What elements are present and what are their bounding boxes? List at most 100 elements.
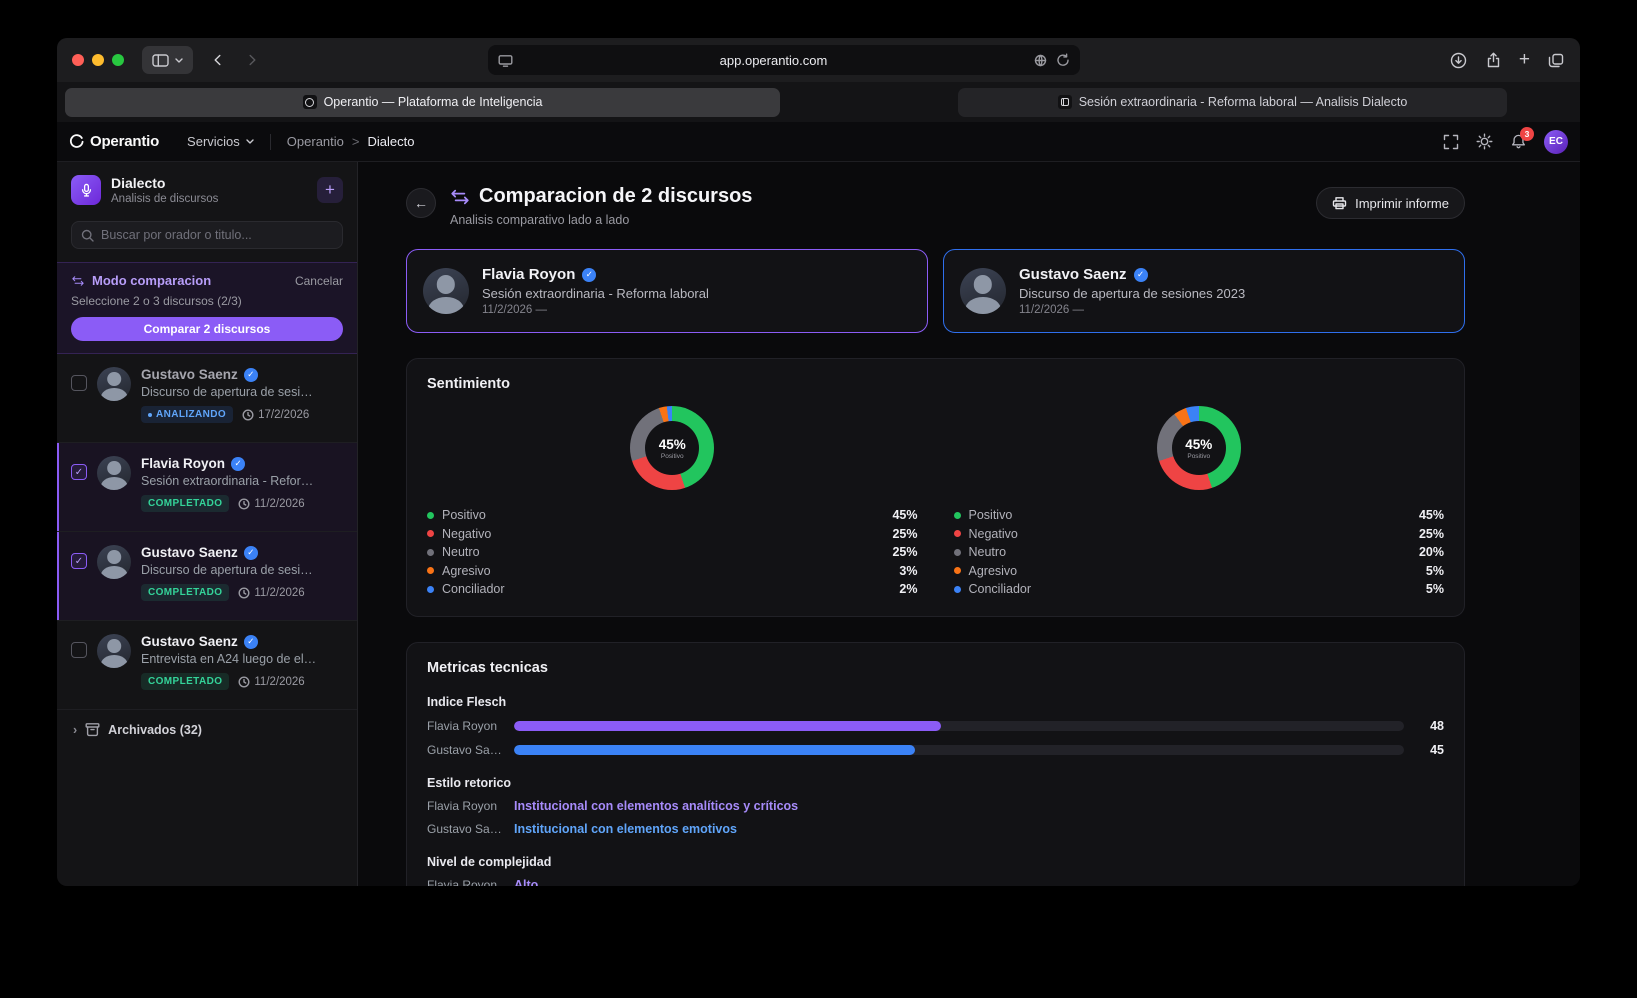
donut-center-label: Positivo: [1187, 452, 1211, 460]
speech-card-flavia[interactable]: Flavia Royon ✓ Sesión extraordinaria - R…: [406, 249, 928, 333]
speech-title: Sesión extraordinaria - Refor…: [141, 474, 314, 488]
speaker-avatar: [97, 545, 131, 579]
archived-label: Archivados (32): [108, 722, 202, 737]
nav-servicios[interactable]: Servicios: [187, 134, 254, 149]
compare-icon: [72, 275, 84, 286]
sidebar-icon: [152, 53, 169, 67]
page-subtitle: Analisis comparativo lado a lado: [450, 213, 630, 227]
speech-card-gustavo[interactable]: Gustavo Saenz ✓ Discurso de apertura de …: [943, 249, 1465, 333]
speaker-avatar: [97, 367, 131, 401]
browser-toolbar: app.operantio.com +: [57, 38, 1580, 82]
style-row: Gustavo Sa… Institucional con elementos …: [427, 821, 737, 836]
status-badge: ANALIZANDO: [141, 406, 234, 423]
legend-dot: [427, 585, 434, 593]
header-actions: 3 EC: [1443, 127, 1568, 154]
tab-overview-icon[interactable]: [1548, 53, 1564, 68]
chevron-down-icon: [175, 57, 183, 63]
downloads-icon[interactable]: [1450, 52, 1467, 69]
printer-icon: [1332, 196, 1347, 209]
complexity-row: Flavia Royon Alto: [427, 878, 1444, 887]
tool-subtitle: Analisis de discursos: [111, 193, 219, 205]
operantio-logo[interactable]: Operantio: [69, 133, 159, 150]
compare-icon: [451, 189, 469, 204]
legend-row: Positivo 45%: [953, 506, 1444, 525]
complexity-heading: Nivel de complejidad: [427, 854, 552, 869]
speech-title: Discurso de apertura de sesi…: [141, 563, 313, 577]
speech-list-item[interactable]: Flavia Royon ✓ Sesión extraordinaria - R…: [57, 443, 357, 532]
compare-button[interactable]: Comparar 2 discursos: [71, 317, 343, 341]
speech-list-item[interactable]: Gustavo Saenz ✓ Entrevista en A24 luego …: [57, 621, 357, 710]
metrics-title: Metricas tecnicas: [427, 659, 548, 676]
speech-list-item[interactable]: Gustavo Saenz ✓ Discurso de apertura de …: [57, 532, 357, 621]
speech-title: Entrevista en A24 luego de el…: [141, 652, 317, 666]
address-bar[interactable]: app.operantio.com: [488, 45, 1080, 75]
speech-title: Sesión extraordinaria - Reforma laboral: [482, 286, 709, 301]
history-nav: [205, 47, 265, 73]
breadcrumb-root[interactable]: Operantio: [287, 134, 344, 149]
tab-operantio[interactable]: Operantio — Plataforma de Inteligencia: [65, 87, 780, 117]
sentiment-card: Sentimiento 45% Positivo Positivo 45% Ne…: [406, 358, 1465, 617]
technical-metrics-card: Metricas tecnicas Indice Flesch Flavia R…: [406, 641, 1465, 887]
status-badge: COMPLETADO: [141, 584, 230, 601]
legend-row: Negativo 25%: [953, 525, 1444, 544]
speech-checkbox[interactable]: [71, 642, 87, 658]
style-heading: Estilo retorico: [427, 775, 512, 790]
main-content: ← Comparacion de 2 discursos Analisis co…: [358, 162, 1580, 886]
add-speech-button[interactable]: +: [317, 177, 343, 203]
share-icon[interactable]: [1485, 52, 1501, 68]
nav-servicios-label: Servicios: [187, 134, 240, 149]
theme-toggle-icon[interactable]: [1476, 133, 1493, 150]
breadcrumb: Operantio > Dialecto: [287, 134, 415, 149]
logo-text: Operantio: [90, 133, 160, 150]
toolbar-actions: +: [1450, 50, 1564, 69]
search-input[interactable]: [101, 228, 333, 242]
print-report-button[interactable]: Imprimir informe: [1316, 187, 1465, 219]
new-tab-icon[interactable]: +: [1519, 50, 1530, 69]
comparison-header: ← Comparacion de 2 discursos Analisis co…: [406, 185, 1465, 227]
close-window-button[interactable]: [72, 54, 84, 66]
legend-row: Positivo 45%: [427, 506, 918, 525]
minimize-window-button[interactable]: [92, 54, 104, 66]
clock-icon: [238, 497, 250, 510]
legend-dot: [953, 530, 961, 538]
translate-icon[interactable]: [1034, 54, 1047, 67]
verified-icon: ✓: [243, 545, 258, 560]
speech-checkbox[interactable]: [71, 375, 87, 391]
sidebar: Dialecto Analisis de discursos + Modo co…: [57, 162, 358, 886]
notification-badge: 3: [1520, 127, 1534, 141]
url-text[interactable]: app.operantio.com: [513, 53, 1034, 68]
address-bar-actions: [1034, 53, 1070, 67]
selected-speeches: Flavia Royon ✓ Sesión extraordinaria - R…: [406, 249, 1465, 333]
back-button[interactable]: [205, 47, 231, 73]
speech-checkbox[interactable]: [71, 464, 87, 480]
speaker-name: Flavia Royon: [482, 266, 576, 283]
style-row: Flavia Royon Institucional con elementos…: [427, 798, 799, 813]
user-avatar[interactable]: EC: [1544, 129, 1568, 154]
speech-list-item[interactable]: Gustavo Saenz ✓ Discurso de apertura de …: [57, 354, 357, 443]
sidebar-toggle-button[interactable]: [142, 46, 193, 74]
archived-section-toggle[interactable]: › Archivados (32): [57, 710, 357, 749]
legend-dot: [427, 567, 434, 575]
fullscreen-icon[interactable]: [1443, 134, 1459, 150]
legend-row: Neutro 25%: [427, 543, 918, 562]
legend-dot: [953, 567, 961, 575]
site-device-icon: [498, 54, 513, 67]
app-header: Operantio Servicios Operantio > Dialecto…: [57, 122, 1580, 162]
speech-checkbox[interactable]: [71, 553, 87, 569]
reload-icon[interactable]: [1056, 53, 1070, 67]
zoom-window-button[interactable]: [112, 54, 124, 66]
flesch-bar-track: [514, 744, 1404, 755]
tool-identity: Dialecto Analisis de discursos: [111, 175, 218, 205]
cancel-comparison-link[interactable]: Cancelar: [295, 274, 343, 288]
sentiment-title: Sentimiento: [427, 376, 510, 392]
forward-button[interactable]: [239, 47, 265, 73]
legend-dot: [953, 585, 961, 593]
back-button-main[interactable]: ←: [406, 188, 436, 218]
sidebar-search[interactable]: [71, 221, 343, 249]
sentiment-donut: 45% Positivo: [1156, 406, 1241, 490]
notifications-bell-icon[interactable]: 3: [1510, 127, 1534, 150]
legend-dot: [953, 548, 961, 556]
legend-row: Conciliador 2%: [427, 580, 918, 599]
tab-sesion-extraordinaria[interactable]: Sesión extraordinaria - Reforma laboral …: [958, 87, 1507, 117]
verified-icon: ✓: [231, 456, 246, 471]
